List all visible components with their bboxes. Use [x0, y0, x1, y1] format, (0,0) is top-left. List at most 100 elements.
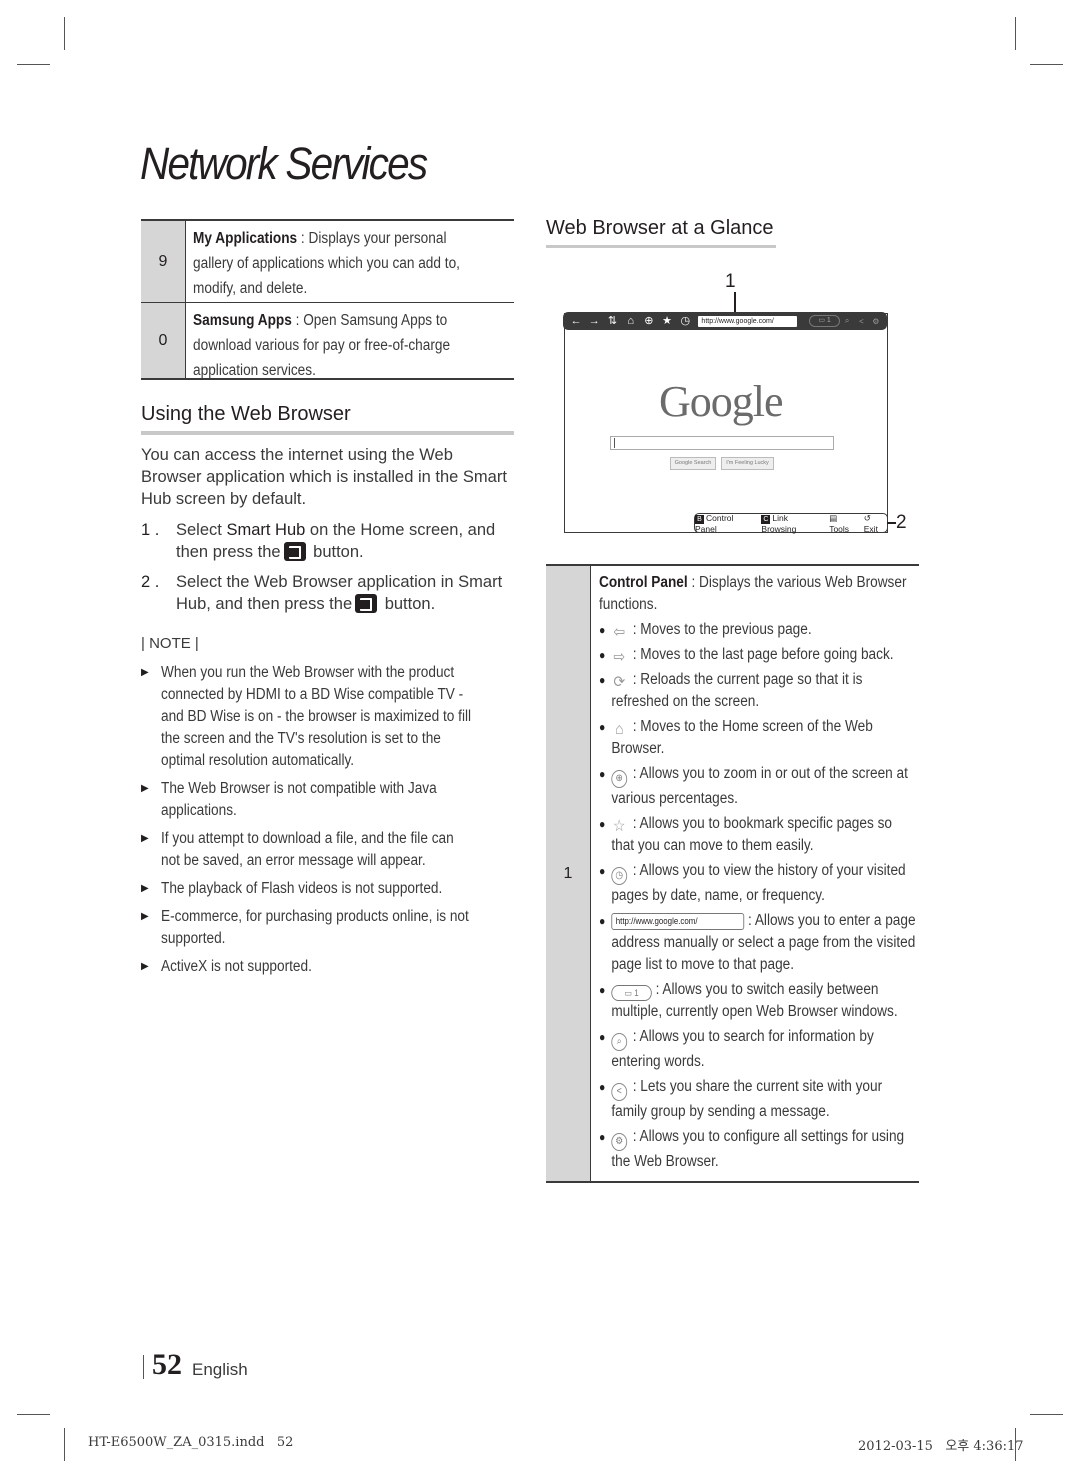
- forward-icon[interactable]: →: [585, 312, 603, 330]
- callout-1-label: 1: [725, 271, 736, 292]
- step-number: 2 .: [141, 573, 160, 591]
- page-number: 52: [152, 1348, 182, 1381]
- bookmark-icon: ☆: [612, 818, 626, 835]
- footer-link-browsing: C Link Browsing: [761, 513, 824, 534]
- back-icon: ⇦: [613, 624, 626, 641]
- share-icon: <: [611, 1083, 628, 1101]
- row-description: Samsung Apps : Open Samsung Apps to down…: [186, 303, 475, 379]
- function-item: ● ⌂ : Moves to the Home screen of the Web…: [599, 716, 917, 760]
- zoom-icon[interactable]: ⊕: [640, 312, 658, 330]
- bullet: ●: [599, 720, 606, 734]
- bullet: ●: [599, 673, 606, 687]
- window-switch-button[interactable]: ▭ 1: [809, 315, 840, 327]
- url-field-icon: http://www.google.com/: [611, 913, 745, 930]
- triangle-bullet-icon: ▶: [141, 833, 149, 844]
- bullet: ●: [599, 864, 606, 878]
- row-term: Samsung Apps: [193, 312, 292, 329]
- back-icon[interactable]: ←: [567, 312, 585, 330]
- table-row: 9 My Applications : Displays your person…: [141, 221, 514, 303]
- triangle-bullet-icon: ▶: [141, 961, 149, 972]
- function-item: ● < : Lets you share the current site wit…: [599, 1076, 917, 1123]
- bullet: ●: [599, 648, 606, 662]
- settings-icon: ⚙: [611, 1133, 628, 1151]
- tab-count: 1: [826, 317, 831, 324]
- history-icon: ◷: [611, 867, 628, 885]
- url-input[interactable]: http://www.google.com/: [698, 315, 798, 327]
- callout-2-leader: [887, 522, 896, 524]
- function-text: : Allows you to switch easily between mu…: [611, 981, 898, 1020]
- reload-icon[interactable]: ⇅: [603, 312, 621, 330]
- note-item: ▶ If you attempt to download a file, and …: [141, 828, 514, 872]
- tools-icon: ▤: [829, 512, 838, 523]
- control-panel-heading: Control Panel : Displays the various Web…: [599, 572, 917, 616]
- function-text: : Allows you to view the history of your…: [611, 862, 906, 904]
- note-text: If you attempt to download a file, and t…: [161, 830, 454, 869]
- function-text: : Lets you share the current site with y…: [611, 1078, 883, 1120]
- function-item: ● ⚙ : Allows you to configure all setting…: [599, 1126, 917, 1173]
- footer-exit: ↺ Exit: [864, 513, 887, 534]
- function-table: 1 Control Panel : Displays the various W…: [546, 564, 919, 1183]
- search-icon[interactable]: ⌕: [840, 316, 854, 326]
- function-item: ● ⇨ : Moves to the last page before going…: [599, 644, 917, 666]
- google-search-button[interactable]: Google Search: [670, 457, 716, 470]
- print-slug-file: HT-E6500W_ZA_0315.indd 52: [88, 1435, 294, 1450]
- bookmark-icon[interactable]: ★: [658, 312, 676, 330]
- function-text: : Reloads the current page so that it is…: [611, 671, 863, 710]
- function-item: ● ⊕ : Allows you to zoom in or out of the…: [599, 763, 917, 810]
- settings-icon[interactable]: ⚙: [869, 317, 883, 326]
- note-item: ▶ The Web Browser is not compatible with …: [141, 778, 514, 822]
- step-text-part: button.: [308, 543, 364, 561]
- row-description: My Applications : Displays your personal…: [186, 221, 475, 302]
- table-row: 0 Samsung Apps : Open Samsung Apps to do…: [141, 303, 514, 379]
- triangle-bullet-icon: ▶: [141, 667, 149, 678]
- callout-1-leader: [734, 292, 736, 314]
- browser-footer-guide: B Control Panel C Link Browsing ▤ Tools ↺ …: [694, 513, 888, 534]
- function-item: ● http://www.google.com/ : Allows you to …: [599, 910, 917, 976]
- enter-button-icon: [283, 542, 306, 561]
- step-number: 1 .: [141, 521, 160, 539]
- footer-label: Tools: [829, 523, 850, 534]
- crop-mark: [64, 1428, 65, 1461]
- bullet: ●: [599, 767, 606, 781]
- google-logo: Google: [659, 377, 784, 426]
- feeling-lucky-button[interactable]: I'm Feeling Lucky: [721, 457, 774, 470]
- footer-tools: ▤ Tools: [829, 513, 859, 534]
- c-key-icon: C: [761, 514, 771, 524]
- section-title: Using the Web Browser: [141, 403, 351, 425]
- step-text: Select Smart Hub on the Home screen, and…: [176, 519, 514, 563]
- crop-mark: [17, 64, 50, 65]
- callout-2-label: 2: [896, 512, 907, 533]
- row-number: 1: [546, 566, 591, 1181]
- note-item: ▶ ActiveX is not supported.: [141, 956, 514, 978]
- reload-icon: ⟳: [613, 674, 626, 691]
- using-web-browser-section: Using the Web Browser You can access the…: [141, 403, 514, 984]
- crop-mark: [1030, 64, 1063, 65]
- function-item: ● ◷ : Allows you to view the history of y…: [599, 860, 917, 907]
- crop-mark: [17, 1414, 50, 1415]
- function-item: ● ⌕ : Allows you to search for informatio…: [599, 1026, 917, 1073]
- home-icon[interactable]: ⌂: [622, 312, 640, 330]
- history-icon[interactable]: ◷: [676, 312, 694, 330]
- footer-control-panel: B Control Panel: [695, 513, 756, 534]
- function-text: : Allows you to search for information b…: [611, 1028, 874, 1070]
- step-text-part: button.: [380, 595, 436, 613]
- google-search-input[interactable]: [610, 436, 834, 450]
- function-descriptions: Control Panel : Displays the various Web…: [591, 566, 919, 1181]
- enter-button-icon: [355, 594, 378, 613]
- crop-mark: [64, 17, 65, 50]
- section-divider: [141, 431, 514, 435]
- crop-mark: [1030, 1414, 1063, 1415]
- heading-term: Control Panel: [599, 574, 688, 591]
- note-item: ▶ E-commerce, for purchasing products onl…: [141, 906, 514, 950]
- print-slug-timestamp: 2012-03-15 오후 4:36:17: [858, 1439, 1024, 1454]
- page-language: English: [192, 1360, 248, 1379]
- b-key-icon: B: [695, 514, 704, 524]
- function-text: : Allows you to zoom in or out of the sc…: [611, 765, 908, 807]
- search-icon: ⌕: [611, 1033, 628, 1051]
- bullet: ●: [599, 1030, 606, 1044]
- note-text: ActiveX is not supported.: [161, 958, 312, 975]
- share-icon[interactable]: <: [854, 317, 868, 326]
- bullet: ●: [599, 1080, 606, 1094]
- function-item: ● ☆ : Allows you to bookmark specific pag…: [599, 813, 917, 857]
- exit-icon: ↺: [863, 512, 871, 523]
